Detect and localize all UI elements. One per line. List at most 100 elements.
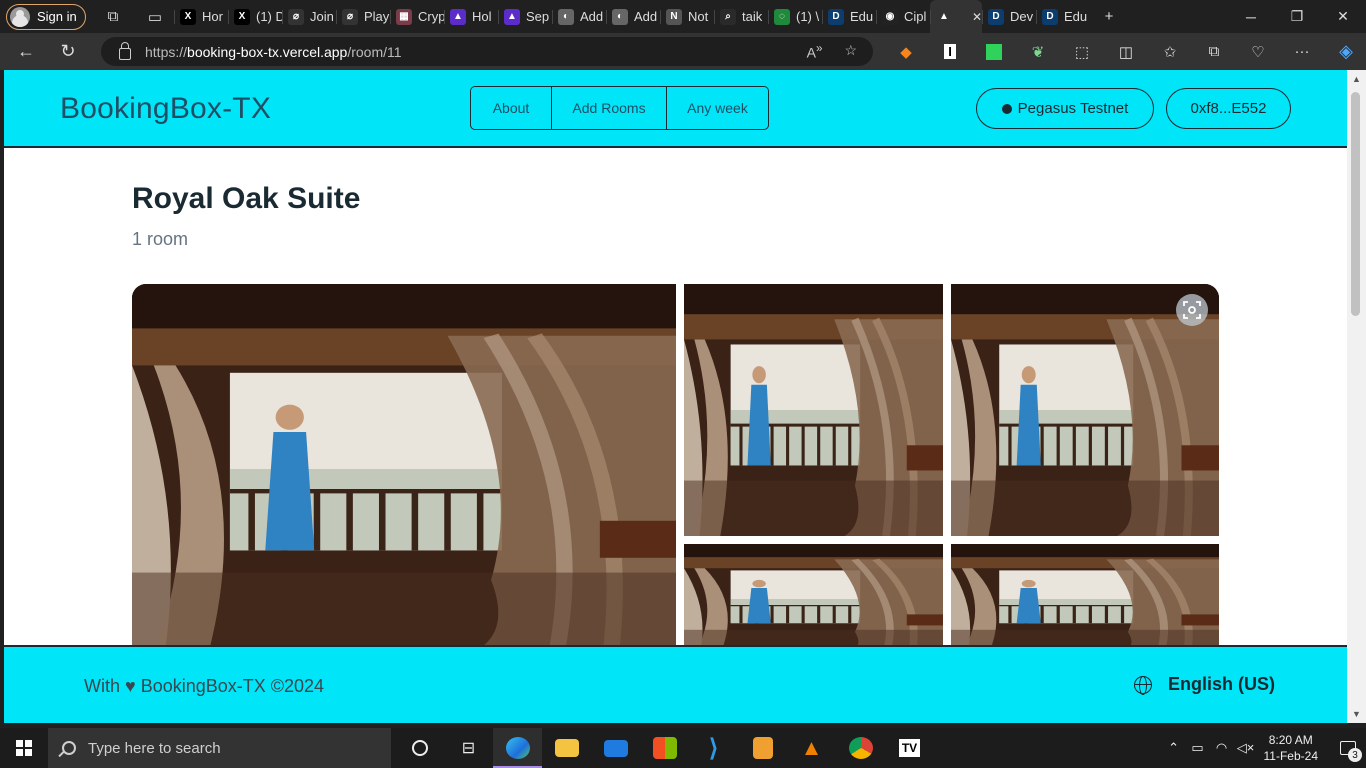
favorite-star-icon[interactable]: ☆ [844,42,857,61]
tray-chevron-icon[interactable]: ⌃ [1162,740,1186,756]
chain-icon: ◐ [558,8,574,25]
metamask-extension-icon[interactable]: ◆ [888,37,924,66]
lock-icon [119,41,131,60]
scroll-down-icon[interactable]: ▼ [1352,709,1361,719]
sign-in-label: Sign in [37,9,77,24]
mail-icon[interactable] [591,728,640,768]
zora-icon: ⌀ [288,8,304,25]
browser-tab[interactable]: ▲ Sep [498,0,552,33]
nav-any-week-link[interactable]: Any week [667,87,768,129]
notification-count: 3 [1348,748,1362,762]
windows-taskbar: Type here to search ⊟ ⟩ ▲ TV ⌃ ▭ ◠ ◁× 8:… [0,728,1366,768]
site-brand[interactable]: BookingBox-TX [60,92,271,126]
browser-tab[interactable]: ⌀ Play [336,0,390,33]
close-window-icon[interactable]: ✕ [1320,0,1366,33]
taskbar-search-placeholder: Type here to search [88,739,221,757]
vlc-icon[interactable]: ▲ [787,728,836,768]
browser-tab[interactable]: D Edu [1036,0,1090,33]
wallet-address: 0xf8...E552 [1190,100,1267,117]
split-screen-icon[interactable]: ◫ [1108,37,1144,66]
browser-tab[interactable]: ◐ Add [606,0,660,33]
network-button[interactable]: Pegasus Testnet [976,88,1154,129]
back-arrow-icon[interactable]: ← [8,37,44,67]
instapaper-extension-icon[interactable]: I [932,37,968,66]
browser-tab-label: (1) D [256,9,282,24]
favorites-icon[interactable]: ✩ [1152,37,1188,66]
refresh-icon[interactable]: ↻ [50,37,86,67]
notification-center-icon[interactable]: 3 [1330,728,1366,768]
page-scrollbar[interactable]: ▲ ▼ [1347,70,1366,723]
browser-tab[interactable]: ▦ Cryp [390,0,444,33]
browser-tab[interactable]: ⌕ taik [714,0,768,33]
browser-tab[interactable]: X (1) D [228,0,282,33]
extensions-puzzle-icon[interactable]: ⬚ [1064,37,1100,66]
tab-strip: X Hor X (1) D ⌀ Join ⌀ Play ▦ Cryp ▲ Hol ▲ Sep ◐ Add ◐ Ad… [174,0,1090,33]
network-label: Pegasus Testnet [1017,100,1129,117]
chrome-icon[interactable] [836,728,885,768]
d-icon: D [828,8,844,25]
clock-time: 8:20 AM [1268,733,1313,747]
room-photo-main[interactable] [132,284,676,654]
browser-tab-label: Edu [1064,9,1088,24]
browser-tab[interactable]: N Not [660,0,714,33]
room-photo-2[interactable] [684,284,943,536]
copilot-icon[interactable]: ◈ [1328,37,1364,66]
browser-tab[interactable]: ▲ Hol [444,0,498,33]
volume-icon[interactable]: ◁× [1234,740,1258,756]
read-aloud-icon[interactable]: A» [807,42,823,61]
browser-tab[interactable]: ⌀ Join [282,0,336,33]
workspaces-icon[interactable]: ⧉ [102,6,124,28]
address-bar[interactable]: https://booking-box-tx.vercel.app/room/1… [101,37,873,66]
browser-tab[interactable]: ◐ Add [552,0,606,33]
browser-tab-label: taik [742,9,763,24]
site-header: BookingBox-TX About Add Rooms Any week P… [4,70,1347,148]
room-photo-3[interactable] [951,284,1219,536]
search-icon: ⌕ [720,8,736,25]
performance-heart-icon[interactable]: ♡ [1240,37,1276,66]
browser-tab[interactable]: ◉ Cipl [876,0,930,33]
close-tab-icon[interactable]: ✕ [972,10,982,24]
minimize-icon[interactable]: ─ [1228,0,1274,33]
tradingview-icon[interactable]: TV [885,728,934,768]
wifi-icon[interactable]: ◠ [1210,740,1234,756]
restore-icon[interactable]: ❐ [1274,0,1320,33]
vscode-icon[interactable]: ⟩ [689,728,738,768]
nav-about-link[interactable]: About [471,87,552,129]
visual-search-icon[interactable] [1176,294,1208,326]
browser-tab[interactable]: D Edu [822,0,876,33]
scrollbar-thumb[interactable] [1351,92,1360,316]
store-icon[interactable] [640,728,689,768]
leaf-extension-icon[interactable]: ❦ [1020,37,1056,66]
room-photo-5[interactable] [951,544,1219,654]
browser-tab[interactable]: ▲ ✕ [930,0,982,33]
cortana-icon[interactable] [395,728,444,768]
browser-tab[interactable]: ◌ (1) \ [768,0,822,33]
url-path: /room/11 [347,43,402,60]
browser-tab-label: Not [688,9,709,24]
new-tab-plus-icon[interactable]: + [1098,6,1120,28]
browser-tab[interactable]: D Dev [982,0,1036,33]
windows-start-icon[interactable] [0,728,48,768]
nav-add-rooms-link[interactable]: Add Rooms [552,87,667,129]
room-photo-4[interactable] [684,544,943,654]
scroll-up-icon[interactable]: ▲ [1352,74,1361,84]
room-photo-image [684,284,943,536]
wallet-button[interactable]: 0xf8...E552 [1166,88,1291,129]
collections-icon[interactable]: ⧉ [1196,37,1232,66]
media-player-icon[interactable] [738,728,787,768]
file-explorer-icon[interactable] [542,728,591,768]
sign-in-button[interactable]: Sign in [6,3,86,30]
task-view-icon[interactable]: ⊟ [444,728,493,768]
language-selector[interactable]: English (US) [1134,674,1275,695]
browser-tab[interactable]: X Hor [174,0,228,33]
tab-actions-icon[interactable]: ▭ [144,6,166,28]
edge-app-icon[interactable] [493,728,542,768]
battery-icon[interactable]: ▭ [1186,740,1210,756]
vercel-icon: ▲ [936,8,952,25]
green-extension-icon[interactable] [976,37,1012,66]
url-host: booking-box-tx.vercel.app [187,43,348,60]
clock[interactable]: 8:20 AM 11-Feb-24 [1264,732,1318,764]
grid-icon: ▦ [396,8,412,25]
more-menu-icon[interactable]: ··· [1284,37,1320,66]
taskbar-search[interactable]: Type here to search [48,728,391,768]
